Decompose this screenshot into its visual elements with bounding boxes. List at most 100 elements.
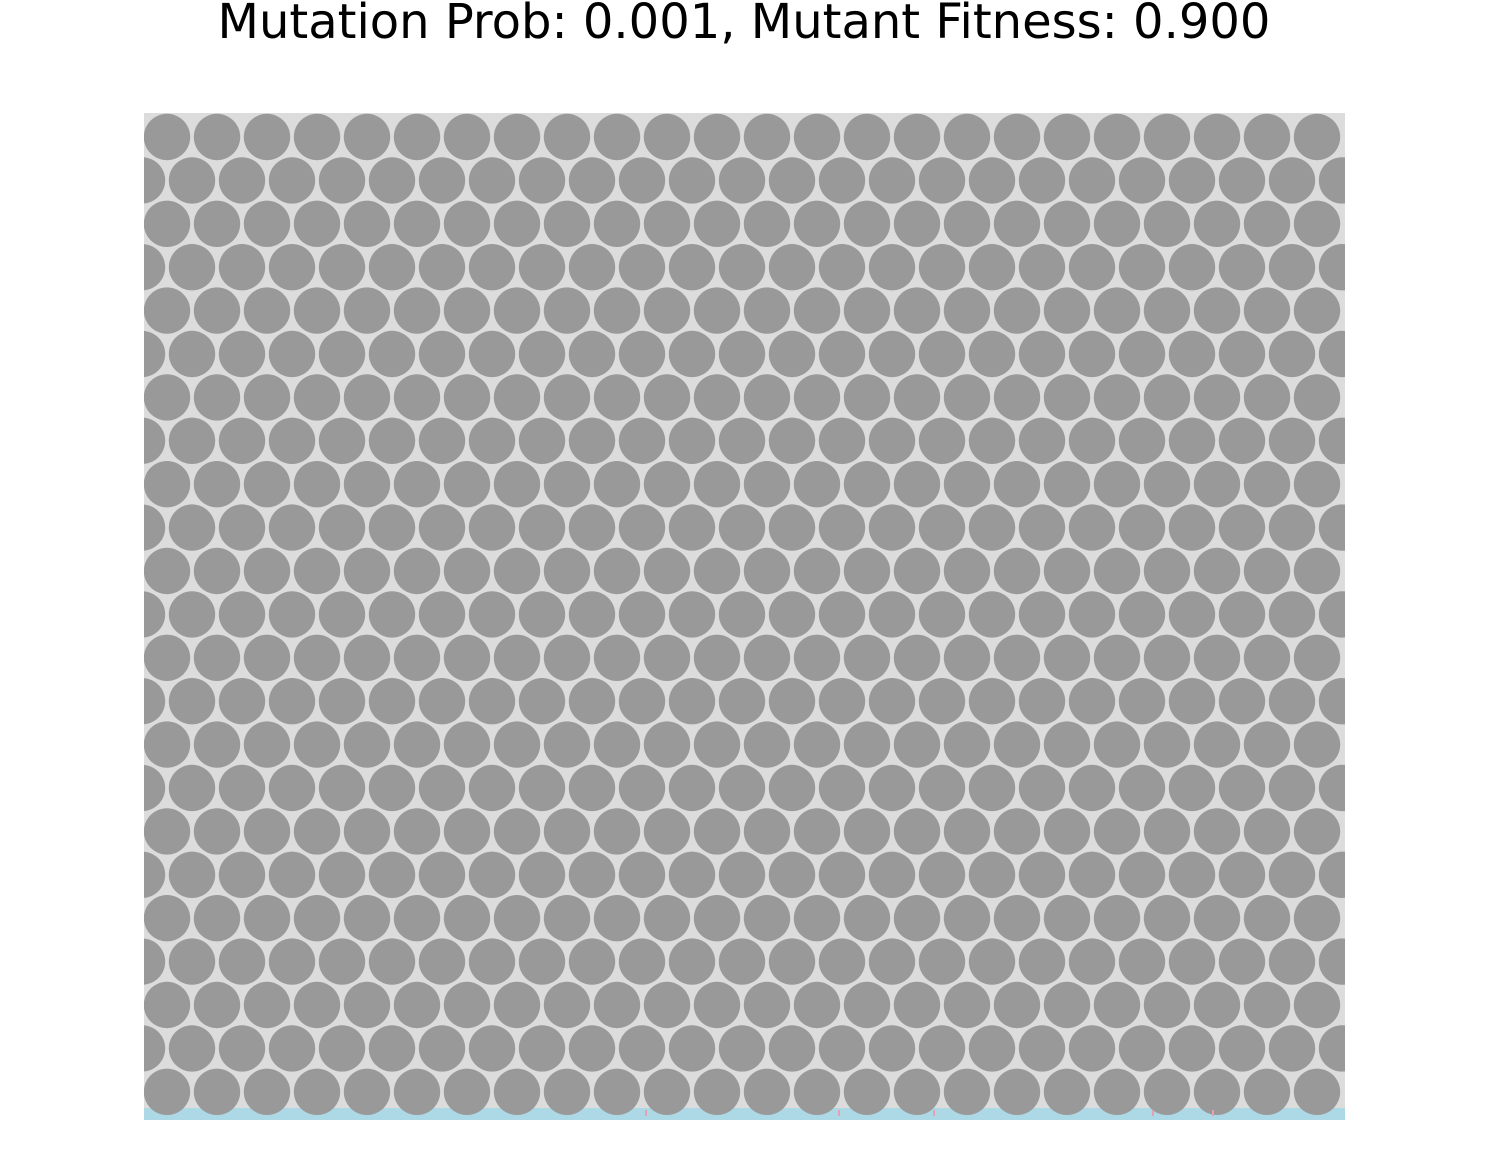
lattice-cell: [643, 113, 691, 161]
lattice-cell: [1118, 330, 1166, 378]
lattice-cell: [1068, 851, 1116, 898]
lattice-cell: [568, 591, 616, 638]
lattice-cell: [218, 244, 266, 291]
lattice-cell: [993, 1068, 1041, 1116]
lattice-cell: [1143, 1068, 1191, 1116]
lattice-cell: [893, 547, 941, 595]
lattice-cell: [343, 808, 391, 855]
lattice-cell: [94, 635, 140, 681]
lattice-cell: [393, 113, 441, 161]
lattice-cell: [568, 764, 616, 812]
lattice-cell: [1118, 851, 1166, 898]
lattice-cell: [868, 678, 916, 725]
lattice-cell: [1018, 504, 1066, 551]
lattice-cell: [693, 461, 741, 508]
lattice-cell: [94, 114, 140, 160]
lattice-cell: [493, 287, 541, 334]
lattice-cell: [893, 200, 941, 247]
lattice-cell: [1168, 504, 1216, 551]
lattice-cell: [893, 287, 941, 334]
lattice-cell: [418, 244, 466, 291]
lattice-cell: [168, 591, 216, 638]
lattice-cell: [618, 1025, 666, 1072]
lattice-cell: [1143, 374, 1191, 421]
lattice-cell: [243, 547, 291, 595]
lattice-cell: [1293, 200, 1341, 247]
lattice-cell: [1369, 504, 1415, 550]
lattice-cell: [543, 461, 591, 508]
lattice-cell: [618, 244, 666, 291]
lattice-cell: [243, 461, 291, 508]
lattice-cell: [743, 200, 791, 247]
lattice-cell: [868, 938, 916, 985]
lattice-cell: [643, 721, 691, 768]
lattice-cell: [643, 634, 691, 681]
lattice-cell: [493, 895, 541, 942]
lattice-cell: [193, 808, 241, 855]
lattice-cell: [1268, 764, 1316, 812]
lattice-cell: [468, 244, 516, 291]
lattice-cell: [218, 938, 266, 985]
lattice-cell: [168, 764, 216, 812]
lattice-cell: [493, 1068, 541, 1116]
lattice-cell: [144, 808, 191, 855]
lattice-cell: [1143, 113, 1191, 161]
lattice-cell: [94, 201, 140, 247]
lattice-cell: [543, 287, 591, 334]
lattice-cell: [1168, 851, 1216, 898]
lattice-cell: [1018, 764, 1066, 812]
lattice-cell: [993, 721, 1041, 768]
lattice-cell: [218, 764, 266, 812]
lattice-cell: [568, 851, 616, 898]
lattice-cell: [1068, 504, 1116, 551]
lattice-cell: [1243, 374, 1291, 421]
lattice-cell: [993, 981, 1041, 1029]
lattice-cell: [668, 417, 716, 464]
lattice-cell: [1068, 938, 1116, 985]
lattice-cell: [518, 330, 566, 378]
lattice-cell: [943, 200, 991, 247]
lattice-cell: [768, 157, 816, 204]
lattice-cell: [144, 895, 191, 942]
lattice-cell: [743, 808, 791, 855]
lattice-cell: [693, 287, 741, 334]
lattice-cell: [668, 157, 716, 204]
lattice-cell: [543, 895, 591, 942]
lattice-cell: [843, 287, 891, 334]
lattice-plot: [94, 113, 1415, 1120]
lattice-cell: [318, 851, 366, 898]
lattice-cell: [768, 938, 816, 985]
lattice-cell: [1118, 157, 1166, 204]
lattice-cell: [193, 200, 241, 247]
lattice-cell: [393, 461, 441, 508]
lattice-cell: [1068, 764, 1116, 812]
lattice-cell: [768, 591, 816, 638]
lattice-cell: [418, 938, 466, 985]
lattice-cell: [1193, 287, 1241, 334]
lattice-cell: [868, 244, 916, 291]
lattice-cell: [643, 200, 691, 247]
lattice-cell: [243, 374, 291, 421]
lattice-cell: [1318, 678, 1345, 725]
lattice-cell: [1018, 417, 1066, 464]
lattice-cell: [243, 287, 291, 334]
lattice-cell: [768, 504, 816, 551]
lattice-cell: [368, 938, 416, 985]
lattice-cell: [718, 330, 766, 378]
lattice-cell: [493, 461, 541, 508]
lattice-cell: [1193, 113, 1241, 161]
lattice-cell: [643, 287, 691, 334]
lattice-cell: [368, 678, 416, 725]
lattice-cell: [943, 721, 991, 768]
lattice-cell: [1143, 547, 1191, 595]
lattice-cell: [168, 244, 216, 291]
lattice-cell: [993, 895, 1041, 942]
lattice-cell: [144, 504, 166, 551]
lattice-cell: [743, 895, 791, 942]
lattice-cell: [243, 200, 291, 247]
lattice-cell: [818, 938, 866, 985]
lattice-cell: [343, 200, 391, 247]
lattice-cell: [843, 981, 891, 1029]
lattice-cell: [1318, 1025, 1345, 1072]
lattice-cell: [518, 1025, 566, 1072]
